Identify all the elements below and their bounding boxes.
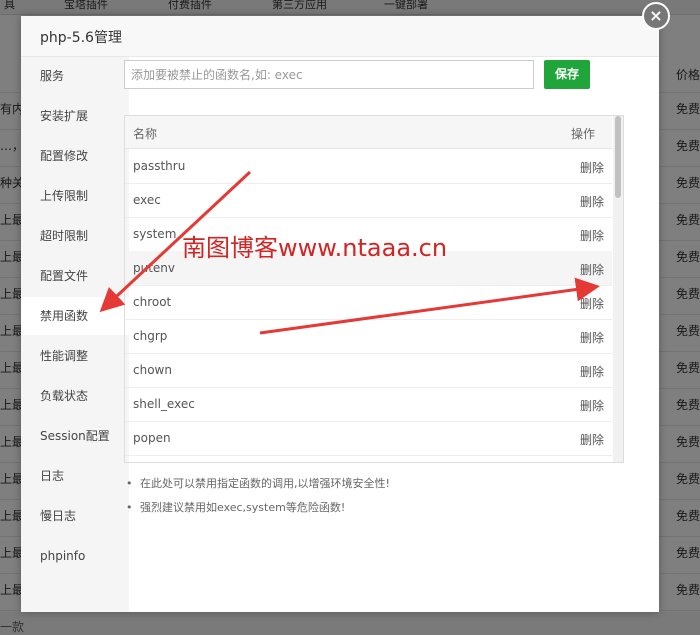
help-note: 强烈建议禁用如exec,system等危险函数! — [124, 496, 624, 520]
delete-link[interactable]: 删除 — [580, 295, 604, 312]
sidebar-item-phpinfo[interactable]: phpinfo — [21, 537, 129, 575]
table-row: shell_exec 删除 — [125, 387, 612, 422]
sidebar-item-session-config[interactable]: Session配置 — [21, 417, 129, 455]
dialog-title-bar: php-5.6管理 — [21, 16, 659, 57]
delete-link[interactable]: 删除 — [580, 159, 604, 176]
sidebar-item-config-file[interactable]: 配置文件 — [21, 257, 129, 295]
delete-link[interactable]: 删除 — [580, 431, 604, 448]
delete-link[interactable]: 删除 — [580, 363, 604, 380]
sidebar-item-slow-log[interactable]: 慢日志 — [21, 497, 129, 535]
function-name: putenv — [133, 261, 176, 275]
dialog-title: php-5.6管理 — [40, 30, 122, 46]
function-name: passthru — [133, 159, 186, 173]
sidebar-item-log[interactable]: 日志 — [21, 457, 129, 495]
sidebar-item-load-status[interactable]: 负载状态 — [21, 377, 129, 415]
help-notes: 在此处可以禁用指定函数的调用,以增强环境安全性! 强烈建议禁用如exec,sys… — [124, 472, 624, 520]
function-name: chown — [133, 363, 172, 377]
save-button[interactable]: 保存 — [544, 60, 590, 89]
function-name: system — [133, 227, 177, 241]
close-button[interactable]: × — [642, 2, 670, 30]
background-row-text: 一款 — [0, 620, 25, 634]
sidebar-item-performance[interactable]: 性能调整 — [21, 337, 129, 375]
table-row: popen 删除 — [125, 421, 612, 456]
table-header: 名称 操作 — [125, 116, 612, 149]
delete-link[interactable]: 删除 — [580, 227, 604, 244]
watermark-text: 南图博客www.ntaaa.cn — [182, 234, 448, 262]
scrollbar-thumb[interactable] — [615, 116, 621, 198]
table-row: chown 删除 — [125, 353, 612, 388]
function-name: chgrp — [133, 329, 168, 343]
column-header-action: 操作 — [571, 127, 596, 141]
delete-link[interactable]: 删除 — [580, 397, 604, 414]
sidebar-item-disabled-functions[interactable]: 禁用函数 — [21, 297, 129, 335]
table-row: chroot 删除 — [125, 285, 612, 320]
sidebar: 服务 安装扩展 配置修改 上传限制 超时限制 配置文件 禁用函数 性能调整 负载… — [21, 57, 129, 612]
function-name: shell_exec — [133, 397, 195, 411]
table-row: exec 删除 — [125, 183, 612, 218]
sidebar-item-service[interactable]: 服务 — [21, 57, 129, 95]
column-header-name: 名称 — [133, 127, 158, 141]
table-row: chgrp 删除 — [125, 319, 612, 354]
sidebar-item-install-extension[interactable]: 安装扩展 — [21, 97, 129, 135]
help-note: 在此处可以禁用指定函数的调用,以增强环境安全性! — [124, 472, 624, 496]
function-name: chroot — [133, 295, 172, 309]
sidebar-item-timeout-limit[interactable]: 超时限制 — [21, 217, 129, 255]
functions-table: 名称 操作 passthru 删除 exec 删除 system 删除 putenv 删除 ch… — [124, 115, 624, 463]
table-scrollbar[interactable] — [613, 116, 623, 462]
function-name: exec — [133, 193, 161, 207]
sidebar-item-config-edit[interactable]: 配置修改 — [21, 137, 129, 175]
table-row: passthru 删除 — [125, 149, 612, 184]
delete-link[interactable]: 删除 — [580, 329, 604, 346]
delete-link[interactable]: 删除 — [580, 261, 604, 278]
sidebar-item-upload-limit[interactable]: 上传限制 — [21, 177, 129, 215]
function-name: popen — [133, 431, 171, 445]
delete-link[interactable]: 删除 — [580, 193, 604, 210]
function-name-input[interactable] — [124, 60, 534, 89]
